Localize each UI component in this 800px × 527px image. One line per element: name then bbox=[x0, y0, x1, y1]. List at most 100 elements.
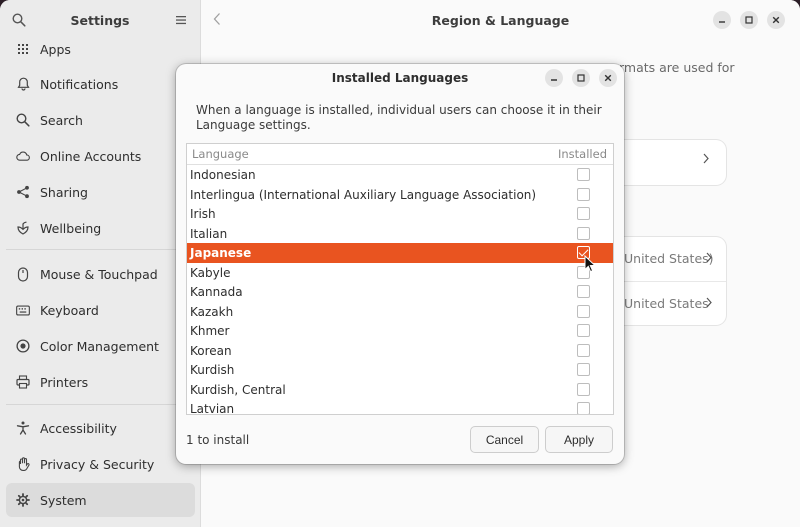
dialog-description: When a language is installed, individual… bbox=[196, 103, 602, 132]
language-name: Kannada bbox=[190, 285, 243, 299]
sidebar-item-search[interactable]: Search bbox=[6, 103, 195, 137]
language-row[interactable]: Kurdish bbox=[187, 360, 613, 380]
close-button[interactable] bbox=[599, 69, 617, 87]
language-name: Latvian bbox=[190, 402, 235, 415]
installed-checkbox[interactable] bbox=[577, 226, 590, 240]
maximize-button[interactable] bbox=[572, 69, 590, 87]
cancel-button[interactable]: Cancel bbox=[470, 426, 539, 453]
mouse-icon bbox=[16, 266, 30, 282]
chevron-right-icon[interactable] bbox=[706, 252, 712, 267]
accessibility-icon bbox=[16, 421, 30, 435]
language-row[interactable]: Kurdish, Central bbox=[187, 380, 613, 400]
language-name: Irish bbox=[190, 207, 216, 221]
installed-checkbox[interactable] bbox=[577, 187, 590, 201]
main-header: Region & Language bbox=[201, 0, 800, 40]
installed-checkbox[interactable] bbox=[577, 324, 590, 337]
language-row[interactable]: Latvian bbox=[187, 399, 613, 415]
sidebar-item-label: Search bbox=[40, 112, 83, 128]
chevron-right-icon[interactable] bbox=[706, 297, 712, 312]
sidebar-item-label: Privacy & Security bbox=[40, 456, 155, 472]
sidebar-item-apps[interactable]: Apps bbox=[6, 32, 195, 66]
installed-languages-dialog: Installed Languages When a language is i… bbox=[176, 64, 624, 464]
sidebar-item-sharing[interactable]: Sharing bbox=[6, 175, 195, 209]
language-name: Kurdish bbox=[190, 363, 235, 377]
sidebar-item-label: System bbox=[40, 492, 87, 508]
install-status: 1 to install bbox=[186, 433, 250, 447]
search-icon bbox=[16, 113, 30, 127]
sidebar-item-label: Wellbeing bbox=[40, 220, 102, 236]
minimize-button[interactable] bbox=[713, 11, 731, 29]
minimize-button[interactable] bbox=[545, 69, 563, 87]
close-button[interactable] bbox=[767, 11, 785, 29]
installed-checkbox[interactable] bbox=[577, 402, 590, 414]
sidebar-divider bbox=[6, 404, 195, 405]
language-name: Kabyle bbox=[190, 265, 231, 280]
language-name: Kazakh bbox=[190, 304, 234, 319]
language-list[interactable]: Language Installed Indonesian Interlingua… bbox=[186, 143, 614, 415]
language-name: Interlingua (International Auxiliary Lan… bbox=[190, 187, 537, 202]
bell-icon bbox=[16, 77, 30, 91]
formats-value: United States bbox=[624, 296, 709, 311]
hamburger-menu-icon[interactable] bbox=[175, 14, 187, 26]
language-row[interactable]: Kabyle bbox=[187, 263, 613, 283]
sidebar-item-label: Accessibility bbox=[40, 420, 117, 436]
language-name: Kurdish, Central bbox=[190, 382, 286, 397]
sidebar-title: Settings bbox=[70, 13, 130, 28]
installed-checkbox[interactable] bbox=[577, 304, 590, 318]
hand-icon bbox=[16, 457, 30, 471]
installed-checkbox[interactable] bbox=[577, 382, 590, 396]
sidebar-item-notifications[interactable]: Notifications bbox=[6, 67, 195, 101]
installed-checkbox[interactable] bbox=[577, 285, 590, 298]
sidebar-item-privacy-security[interactable]: Privacy & Security bbox=[6, 447, 195, 481]
apply-button[interactable]: Apply bbox=[545, 426, 613, 453]
sidebar-item-color-management[interactable]: Color Management bbox=[6, 329, 195, 363]
region-value: United States) bbox=[624, 251, 714, 266]
sidebar-item-mouse-touchpad[interactable]: Mouse & Touchpad bbox=[6, 257, 195, 291]
maximize-button[interactable] bbox=[740, 11, 758, 29]
settings-window: Settings Apps Notifications Search Onlin… bbox=[0, 0, 800, 527]
language-row[interactable]: Korean bbox=[187, 341, 613, 361]
language-row[interactable]: Kannada bbox=[187, 282, 613, 302]
wellbeing-icon bbox=[16, 221, 30, 235]
sidebar-item-online-accounts[interactable]: Online Accounts bbox=[6, 139, 195, 173]
sidebar-item-system[interactable]: System bbox=[6, 483, 195, 517]
sidebar-item-printers[interactable]: Printers bbox=[6, 365, 195, 399]
installed-checkbox[interactable] bbox=[577, 363, 590, 376]
sidebar: Settings Apps Notifications Search Onlin… bbox=[0, 0, 201, 527]
sidebar-item-label: Keyboard bbox=[40, 302, 99, 318]
dialog-header: Installed Languages bbox=[176, 64, 624, 92]
formats-description: rmats are used for bbox=[619, 60, 735, 75]
cloud-icon bbox=[16, 149, 30, 163]
language-row[interactable]: Kazakh bbox=[187, 302, 613, 322]
language-row[interactable]: Khmer bbox=[187, 321, 613, 341]
sidebar-item-label: Apps bbox=[40, 41, 71, 57]
language-row[interactable]: Indonesian bbox=[187, 165, 613, 185]
language-name: Khmer bbox=[190, 324, 230, 338]
language-row[interactable]: Irish bbox=[187, 204, 613, 224]
palette-icon bbox=[16, 339, 30, 353]
language-rows: Indonesian Interlingua (International Aux… bbox=[187, 165, 613, 415]
installed-checkbox[interactable] bbox=[577, 343, 590, 357]
language-row[interactable]: Italian bbox=[187, 224, 613, 244]
language-name: Korean bbox=[190, 343, 232, 358]
language-row[interactable]: Interlingua (International Auxiliary Lan… bbox=[187, 185, 613, 205]
sidebar-item-label: Printers bbox=[40, 374, 89, 390]
column-header-language[interactable]: Language bbox=[192, 147, 249, 161]
sidebar-item-accessibility[interactable]: Accessibility bbox=[6, 411, 195, 445]
sidebar-item-label: Online Accounts bbox=[40, 148, 142, 164]
language-name: Japanese bbox=[190, 246, 252, 260]
language-name: Indonesian bbox=[190, 168, 256, 182]
sidebar-item-wellbeing[interactable]: Wellbeing bbox=[6, 211, 195, 245]
apps-grid-icon bbox=[16, 42, 30, 56]
sidebar-item-keyboard[interactable]: Keyboard bbox=[6, 293, 195, 327]
language-row[interactable]: Japanese bbox=[187, 243, 613, 263]
installed-checkbox[interactable] bbox=[577, 207, 590, 220]
printer-icon bbox=[16, 375, 30, 389]
keyboard-icon bbox=[16, 303, 30, 317]
chevron-right-icon bbox=[703, 153, 709, 168]
language-name: Italian bbox=[190, 226, 228, 241]
installed-checkbox[interactable] bbox=[577, 168, 590, 181]
list-header: Language Installed bbox=[187, 144, 613, 165]
sidebar-item-label: Mouse & Touchpad bbox=[40, 266, 158, 282]
column-header-installed[interactable]: Installed bbox=[558, 147, 607, 161]
